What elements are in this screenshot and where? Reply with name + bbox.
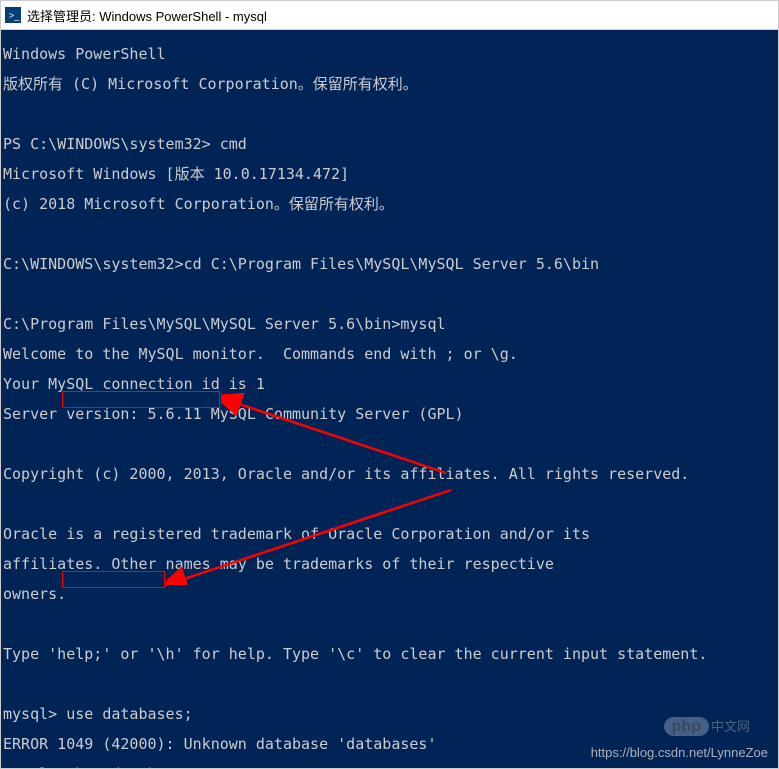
terminal-line: mysql> show databases; <box>3 767 776 768</box>
terminal-line <box>3 107 776 122</box>
terminal-line: owners. <box>3 587 776 602</box>
terminal-line: 版权所有 (C) Microsoft Corporation。保留所有权利。 <box>3 77 776 92</box>
terminal-area[interactable]: Windows PowerShell 版权所有 (C) Microsoft Co… <box>1 30 778 768</box>
terminal-line: (c) 2018 Microsoft Corporation。保留所有权利。 <box>3 197 776 212</box>
terminal-line <box>3 497 776 512</box>
powershell-icon: >_ <box>5 7 21 23</box>
terminal-line: Oracle is a registered trademark of Orac… <box>3 527 776 542</box>
terminal-line: Server version: 5.6.11 MySQL Community S… <box>3 407 776 422</box>
terminal-line <box>3 617 776 632</box>
terminal-line: Type 'help;' or '\h' for help. Type '\c'… <box>3 647 776 662</box>
terminal-line <box>3 437 776 452</box>
terminal-line: Microsoft Windows [版本 10.0.17134.472] <box>3 167 776 182</box>
watermark-php-cn: 中文网 <box>711 719 750 734</box>
titlebar[interactable]: >_ 选择管理员: Windows PowerShell - mysql <box>1 1 778 30</box>
terminal-line: Welcome to the MySQL monitor. Commands e… <box>3 347 776 362</box>
watermark-url: https://blog.csdn.net/LynneZoe <box>591 745 768 760</box>
terminal-line: PS C:\WINDOWS\system32> cmd <box>3 137 776 152</box>
svg-text:>_: >_ <box>9 11 20 22</box>
powershell-window: >_ 选择管理员: Windows PowerShell - mysql Win… <box>0 0 779 769</box>
terminal-line: C:\Program Files\MySQL\MySQL Server 5.6\… <box>3 317 776 332</box>
terminal-line: mysql> use databases; <box>3 707 776 722</box>
terminal-line: Your MySQL connection id is 1 <box>3 377 776 392</box>
terminal-line: affiliates. Other names may be trademark… <box>3 557 776 572</box>
watermark-php: php 中文网 <box>664 717 750 736</box>
window-title: 选择管理员: Windows PowerShell - mysql <box>27 6 267 25</box>
highlight-use-mysql <box>62 571 165 588</box>
terminal-line: Windows PowerShell <box>3 47 776 62</box>
watermark-php-label: php <box>664 717 709 736</box>
terminal-line: C:\WINDOWS\system32>cd C:\Program Files\… <box>3 257 776 272</box>
terminal-line <box>3 287 776 302</box>
terminal-line <box>3 677 776 692</box>
terminal-line: Copyright (c) 2000, 2013, Oracle and/or … <box>3 467 776 482</box>
terminal-line <box>3 227 776 242</box>
